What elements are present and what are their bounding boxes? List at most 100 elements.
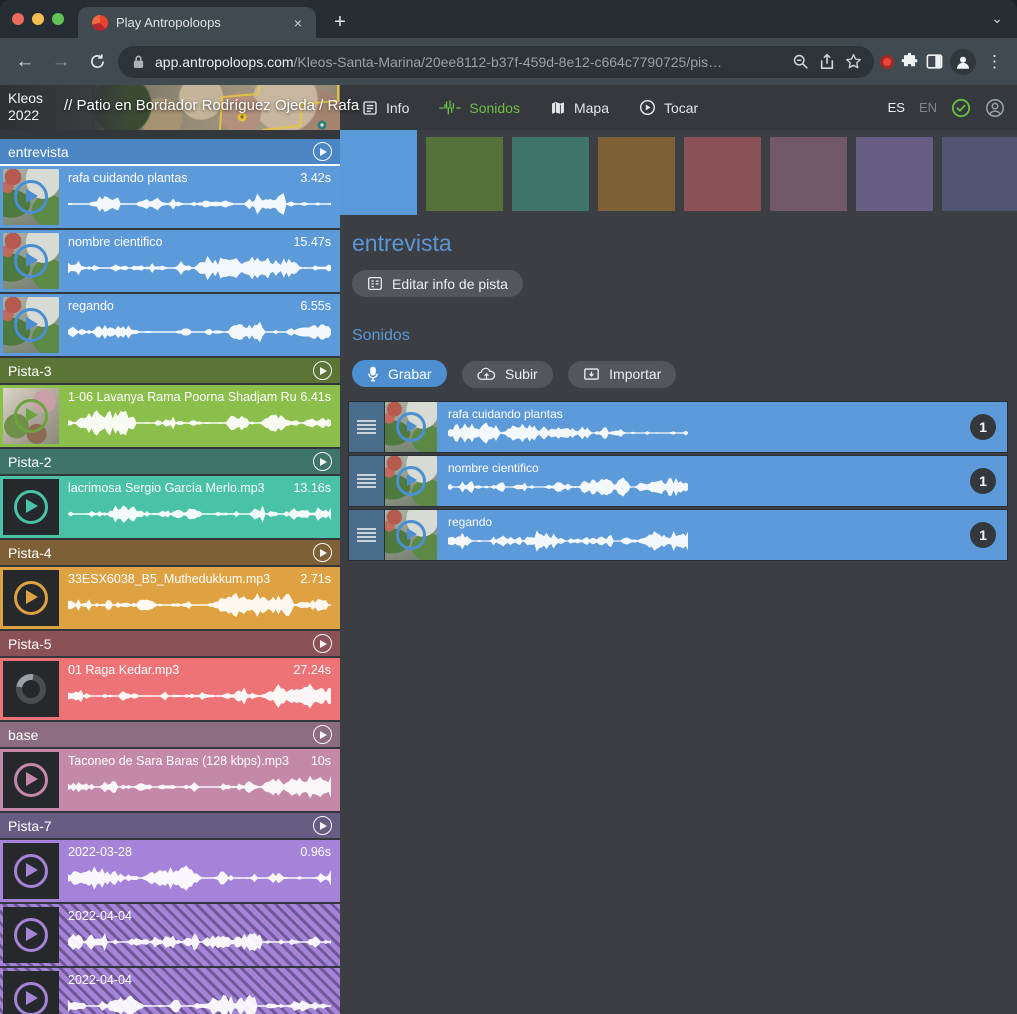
play-overlay-icon [14,244,48,278]
browser-tab[interactable]: Play Antropoloops × [78,7,316,38]
share-button[interactable] [819,53,835,71]
grip-icon [357,474,376,488]
check-circle-icon[interactable] [951,98,971,118]
window-zoom-button[interactable] [52,13,64,25]
import-button[interactable]: Importar [568,361,676,388]
sound-thumbnail[interactable] [3,570,59,626]
nav-tab-info[interactable]: Info [362,100,409,116]
record-button[interactable]: Grabar [352,360,447,387]
track-swatch[interactable] [942,137,1017,211]
panel-sound-row[interactable]: rafa cuidando plantas 1 [348,401,1008,453]
sound-item[interactable]: regando6.55s [0,294,340,356]
sound-thumbnail[interactable] [3,843,59,899]
sound-item[interactable]: nombre cientifico15.47s [0,230,340,292]
sound-item-muted[interactable]: 2022-04-04 [0,904,340,966]
play-overlay-icon [396,520,426,550]
track-header-pista-3[interactable]: Pista-3 [0,358,340,383]
browser-tab-strip: Play Antropoloops × + ⌄ [0,0,1017,38]
sound-item[interactable]: 1-06 Lavanya Rama Poorna Shadjam Rupak..… [0,385,340,447]
track-swatch[interactable] [598,137,675,211]
sound-thumbnail[interactable] [3,169,59,225]
nav-tab-tocar[interactable]: Tocar [639,99,698,116]
forward-button[interactable]: → [46,47,76,77]
count-badge: 1 [970,468,996,494]
track-header-pista-2[interactable]: Pista-2 [0,449,340,474]
play-overlay-icon [14,854,48,888]
lang-es-button[interactable]: ES [888,100,905,115]
drag-handle[interactable] [349,510,385,560]
track-play-button[interactable] [313,452,332,471]
sound-item[interactable]: 01 Raga Kedar.mp327.24s [0,658,340,720]
lang-en-button[interactable]: EN [919,100,937,115]
sound-thumbnail[interactable] [3,907,59,963]
sound-item[interactable]: rafa cuidando plantas3.42s [0,164,340,228]
track-header-pista-4[interactable]: Pista-4 [0,540,340,565]
nav-tab-mapa[interactable]: Mapa [550,100,609,116]
sound-thumbnail[interactable] [3,233,59,289]
track-swatch[interactable] [684,137,761,211]
waveform [68,928,331,956]
back-button[interactable]: ← [10,47,40,77]
track-play-button[interactable] [313,142,332,161]
track-swatch[interactable] [512,137,589,211]
sound-thumbnail[interactable] [3,388,59,444]
tab-search-chevron-icon[interactable]: ⌄ [991,10,1003,27]
new-tab-button[interactable]: + [326,8,354,36]
track-play-button[interactable] [313,816,332,835]
address-bar[interactable]: app.antropoloops.com/Kleos-Santa-Marina/… [118,46,874,78]
panel-sound-row[interactable]: nombre cientifico 1 [348,455,1008,507]
reload-button[interactable] [82,47,112,77]
waveform [68,682,331,710]
sound-item[interactable]: lacrimosa Sergio García Merlo.mp313.16s [0,476,340,538]
sound-thumbnail[interactable] [385,510,437,560]
recording-extension-button[interactable] [880,55,894,69]
panel-sound-row[interactable]: regando 1 [348,509,1008,561]
sound-thumbnail[interactable] [385,456,437,506]
sound-thumbnail[interactable] [3,971,59,1014]
sound-thumbnail[interactable] [3,661,59,717]
sound-item[interactable]: 2022-03-280.96s [0,840,340,902]
track-play-button[interactable] [313,543,332,562]
star-icon [845,53,862,70]
window-close-button[interactable] [12,13,24,25]
track-swatch[interactable] [770,137,847,211]
track-swatch-entrevista[interactable] [340,130,417,215]
sound-item[interactable]: Taconeo de Sara Baras (128 kbps).mp310s [0,749,340,811]
track-play-button[interactable] [313,725,332,744]
play-overlay-icon [14,399,48,433]
drag-handle[interactable] [349,456,385,506]
track-header-pista-5[interactable]: Pista-5 [0,631,340,656]
track-swatch[interactable] [426,137,503,211]
url-text[interactable]: app.antropoloops.com/Kleos-Santa-Marina/… [155,54,782,70]
sound-thumbnail[interactable] [3,297,59,353]
extensions-button[interactable] [900,52,919,71]
sound-thumbnail[interactable] [385,402,437,452]
account-icon[interactable] [985,98,1005,118]
track-header-entrevista[interactable]: entrevista [0,139,340,164]
sound-thumbnail[interactable] [3,752,59,808]
sound-duration: 15.47s [289,235,331,249]
track-play-button[interactable] [313,361,332,380]
tab-close-icon[interactable]: × [290,15,306,31]
nav-tab-sonidos[interactable]: Sonidos [439,100,520,116]
upload-button[interactable]: Subir [462,361,553,388]
profile-button[interactable] [950,49,976,75]
browser-menu-button[interactable]: ⋮ [982,52,1007,72]
sound-item[interactable]: 33ESX6038_B5_Muthedukkum.mp32.71s [0,567,340,629]
side-panel-button[interactable] [925,52,944,71]
edit-track-info-button[interactable]: Editar info de pista [352,270,523,297]
sound-thumbnail[interactable] [3,479,59,535]
track-swatch[interactable] [856,137,933,211]
browser-toolbar: ← → app.antropoloops.com/Kleos-Santa-Mar… [0,38,1017,85]
zoom-button[interactable] [792,53,809,70]
waveform [68,409,331,437]
sound-item-muted[interactable]: 2022-04-04 [0,968,340,1014]
drag-handle[interactable] [349,402,385,452]
bookmark-button[interactable] [845,53,862,70]
track-play-button[interactable] [313,634,332,653]
track-header-pista-7[interactable]: Pista-7 [0,813,340,838]
track-header-base[interactable]: base [0,722,340,747]
window-controls [0,0,78,38]
sound-duration: 2.71s [296,572,331,586]
window-minimize-button[interactable] [32,13,44,25]
